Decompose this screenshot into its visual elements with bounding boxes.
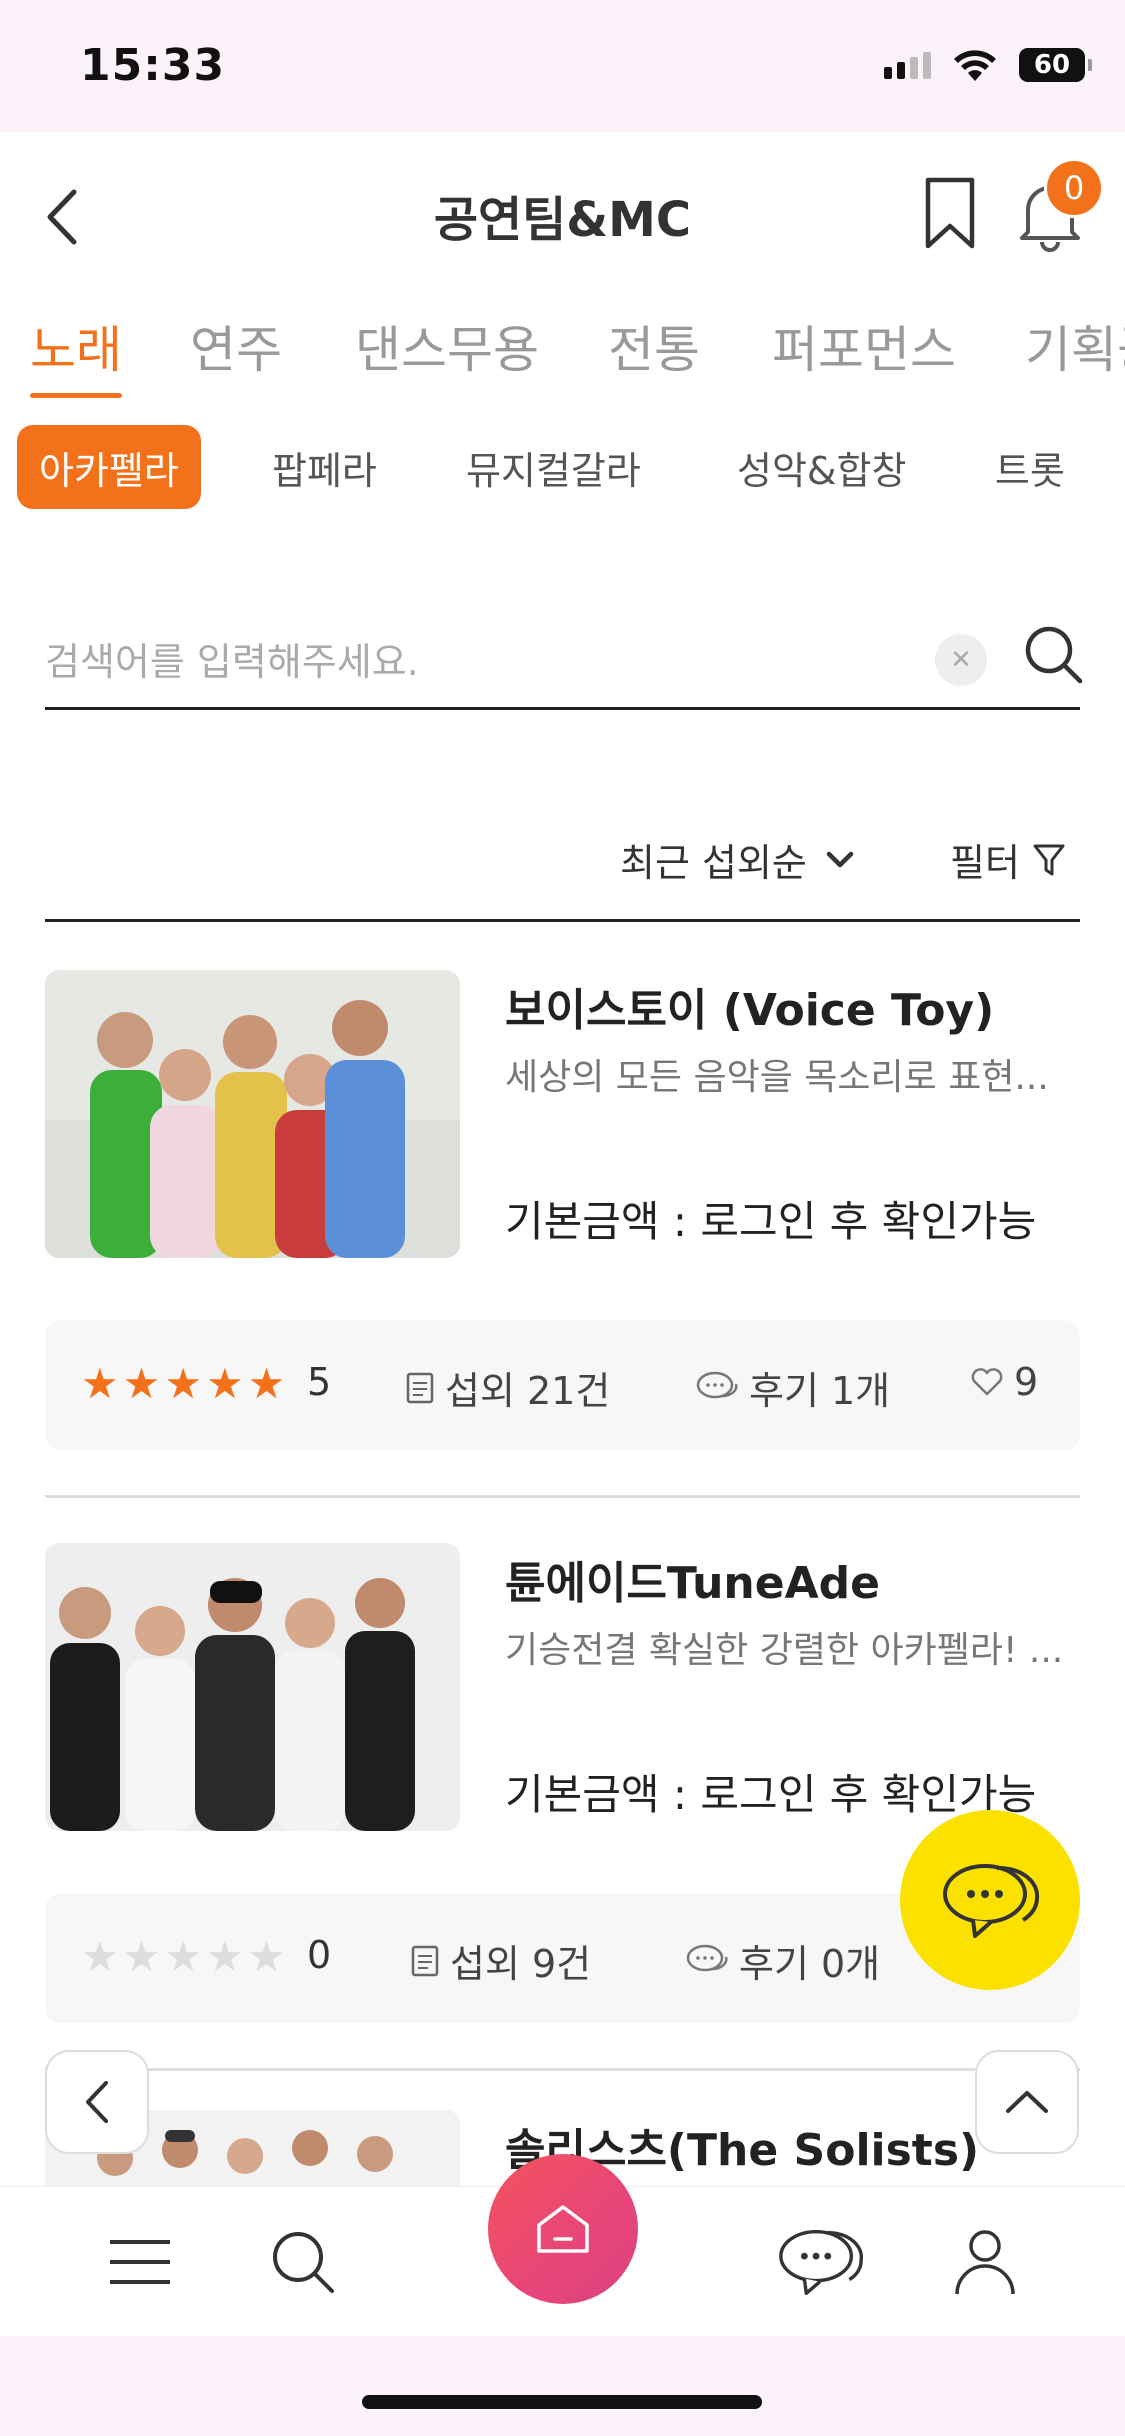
user-icon: [955, 2230, 1015, 2295]
document-icon: [411, 1945, 439, 1976]
safe-area: [0, 2336, 1125, 2436]
star-icon: ★: [122, 1932, 161, 1981]
home-button[interactable]: [488, 2154, 638, 2304]
search-bar: ✕: [45, 612, 1083, 710]
item-title[interactable]: 보이스토이 (Voice Toy): [505, 974, 994, 1038]
search-input[interactable]: [45, 632, 925, 692]
star-icon: ★: [164, 1932, 202, 1981]
item-title[interactable]: 튠에이드TuneAde: [505, 1547, 880, 1611]
review-count: 후기 1개: [695, 1360, 890, 1415]
rating-stars: ★ ★ ★ ★ ★: [81, 1933, 285, 1981]
prev-button[interactable]: [45, 2050, 149, 2154]
star-icon: ★: [164, 1359, 202, 1408]
chevron-up-icon: [1006, 2091, 1048, 2113]
battery-icon: 60: [1019, 48, 1092, 82]
star-icon: ★: [205, 1359, 244, 1408]
chat-icon: [779, 2229, 864, 2296]
tab-instrumental[interactable]: 연주: [190, 310, 282, 398]
search-icon[interactable]: [1023, 624, 1085, 686]
item-description: 세상의 모든 음악을 목소리로 표현...: [505, 1057, 1049, 1098]
like-label: 9: [1014, 1360, 1039, 1404]
item-divider: [45, 1495, 1080, 1498]
review-label: 후기 1개: [749, 1369, 891, 1413]
star-icon: ★: [81, 1359, 119, 1408]
subtab-musical-gala[interactable]: 뮤지컬갈라: [466, 425, 641, 509]
chevron-left-icon: [86, 2081, 108, 2123]
tab-traditional[interactable]: 전통: [608, 310, 700, 398]
home-icon: [537, 2205, 589, 2253]
team-photo: [45, 970, 460, 1258]
rating-value: 5: [307, 1360, 332, 1404]
nav-profile-button[interactable]: [940, 2217, 1030, 2307]
chat-bubble-icon: [696, 1371, 738, 1398]
nav-search-button[interactable]: [258, 2217, 348, 2307]
review-label: 후기 0개: [739, 1942, 881, 1986]
filter-button[interactable]: 필터: [950, 832, 1066, 887]
star-icon: ★: [122, 1359, 161, 1408]
star-icon: ★: [247, 1932, 286, 1981]
scroll-top-button[interactable]: [975, 2050, 1079, 2154]
battery-level: 60: [1033, 50, 1071, 80]
item-price: 기본금액 : 로그인 후 확인가능: [505, 1770, 1037, 1819]
item-divider: [45, 2068, 1080, 2071]
status-time: 15:33: [80, 40, 226, 91]
wifi-icon: [954, 50, 996, 81]
subtab-acappella[interactable]: 아카펠라: [17, 425, 201, 509]
status-icons: 60: [884, 48, 1092, 82]
nav-chat-button[interactable]: [775, 2217, 865, 2307]
notification-badge: 0: [1044, 158, 1104, 218]
subtab-popera[interactable]: 팝페라: [272, 425, 377, 509]
tab-performance[interactable]: 퍼포먼스: [772, 310, 956, 398]
subtab-vocal-choir[interactable]: 성악&합창: [737, 425, 906, 509]
chat-bubble-icon: [686, 1944, 728, 1971]
rating-value: 0: [307, 1933, 332, 1977]
clear-search-icon[interactable]: ✕: [935, 634, 987, 686]
sort-dropdown[interactable]: 최근 섭외순: [620, 832, 855, 887]
category-tabs: 노래 연주 댄스무용 전통 퍼포먼스 기획공: [0, 310, 1125, 400]
sort-label: 최근 섭외순: [620, 841, 807, 885]
booking-label: 섭외 21건: [445, 1369, 611, 1413]
heart-icon: [971, 1368, 1003, 1396]
chat-icon: [943, 1864, 1040, 1938]
app-header: 공연팀&MC: [0, 132, 1125, 292]
menu-icon: [110, 2240, 170, 2284]
filter-icon: [1033, 844, 1065, 875]
status-bar: 15:33 60: [0, 0, 1125, 132]
cellular-signal-icon: [884, 51, 931, 79]
rating-stars: ★ ★ ★ ★ ★: [81, 1360, 285, 1408]
star-icon: ★: [81, 1932, 119, 1981]
team-photo: [45, 1543, 460, 1831]
tab-song[interactable]: 노래: [30, 310, 122, 398]
item-stats: ★ ★ ★ ★ ★ 5 섭외 21건 후기 1개 9: [45, 1320, 1080, 1450]
booking-count: 섭외 9건: [410, 1933, 591, 1988]
bookmark-icon[interactable]: [920, 174, 980, 252]
tab-planning[interactable]: 기획공: [1025, 310, 1125, 398]
subtab-trot[interactable]: 트롯: [995, 425, 1065, 509]
item-price: 기본금액 : 로그인 후 확인가능: [505, 1197, 1037, 1246]
chat-fab[interactable]: [900, 1810, 1080, 1990]
review-count: 후기 0개: [685, 1933, 880, 1988]
like-count[interactable]: 9: [970, 1360, 1038, 1404]
booking-count: 섭외 21건: [405, 1360, 610, 1415]
tab-dance[interactable]: 댄스무용: [355, 310, 539, 398]
item-description: 기승전결 확실한 강렬한 아카펠라! ...: [505, 1630, 1064, 1671]
star-icon: ★: [247, 1359, 286, 1408]
sort-bar: 최근 섭외순 필터: [45, 810, 1080, 922]
search-icon: [273, 2232, 334, 2293]
filter-label: 필터: [950, 841, 1020, 885]
star-icon: ★: [205, 1932, 244, 1981]
menu-button[interactable]: [95, 2217, 185, 2307]
sub-category-tabs: 아카펠라 팝페라 뮤지컬갈라 성악&합창 트롯: [0, 425, 1125, 511]
booking-label: 섭외 9건: [450, 1942, 592, 1986]
chevron-down-icon: [826, 851, 854, 867]
document-icon: [406, 1372, 434, 1403]
home-indicator[interactable]: [362, 2395, 762, 2409]
